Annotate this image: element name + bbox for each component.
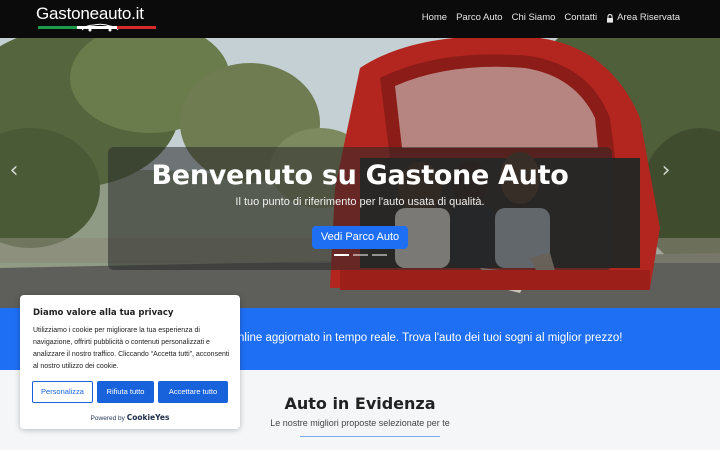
cookieyes-logo: CookieYes	[126, 413, 170, 422]
carousel-indicator-2[interactable]	[353, 254, 368, 256]
powered-by-label: Powered by	[90, 415, 125, 422]
featured-divider	[300, 436, 440, 437]
cookie-customize-button[interactable]: Personalizza	[32, 381, 93, 403]
hero-title: Benvenuto su Gastone Auto	[151, 160, 569, 191]
cookie-text: Utilizziamo i cookie per migliorare la t…	[33, 327, 230, 370]
navbar: Gastoneauto.it Home Parco Auto Chi Siamo…	[0, 0, 720, 38]
carousel-indicators	[334, 254, 387, 256]
cookie-consent-banner: Diamo valore alla tua privacy Utilizziam…	[20, 295, 240, 429]
nav-chi-siamo[interactable]: Chi Siamo	[512, 12, 556, 24]
hero-subtitle: Il tuo punto di riferimento per l'auto u…	[235, 196, 485, 208]
info-band-text: nline aggiornato in tempo reale. Trova l…	[238, 332, 623, 344]
nav-contatti[interactable]: Contatti	[564, 12, 597, 24]
cookie-powered-by[interactable]: Powered by CookieYes	[20, 413, 240, 422]
lock-icon	[607, 13, 614, 23]
carousel-indicator-1[interactable]	[334, 254, 349, 256]
cookie-title: Diamo valore alla tua privacy	[33, 308, 174, 318]
logo-flag-stripe	[38, 26, 156, 29]
site-logo[interactable]: Gastoneauto.it	[36, 4, 158, 32]
nav-area-riservata-label: Area Riservata	[617, 12, 680, 23]
logo-text: Gastoneauto.it	[36, 4, 144, 23]
carousel-indicator-3[interactable]	[372, 254, 387, 256]
nav-parco-auto[interactable]: Parco Auto	[456, 12, 502, 24]
cookie-reject-button[interactable]: Rifiuta tutto	[97, 381, 154, 403]
cookie-accept-button[interactable]: Accettare tutto	[158, 381, 228, 403]
main-nav: Home Parco Auto Chi Siamo Contatti Area …	[422, 12, 680, 24]
nav-home[interactable]: Home	[422, 12, 447, 24]
view-inventory-button[interactable]: Vedi Parco Auto	[312, 226, 408, 249]
nav-area-riservata[interactable]: Area Riservata	[606, 12, 680, 24]
